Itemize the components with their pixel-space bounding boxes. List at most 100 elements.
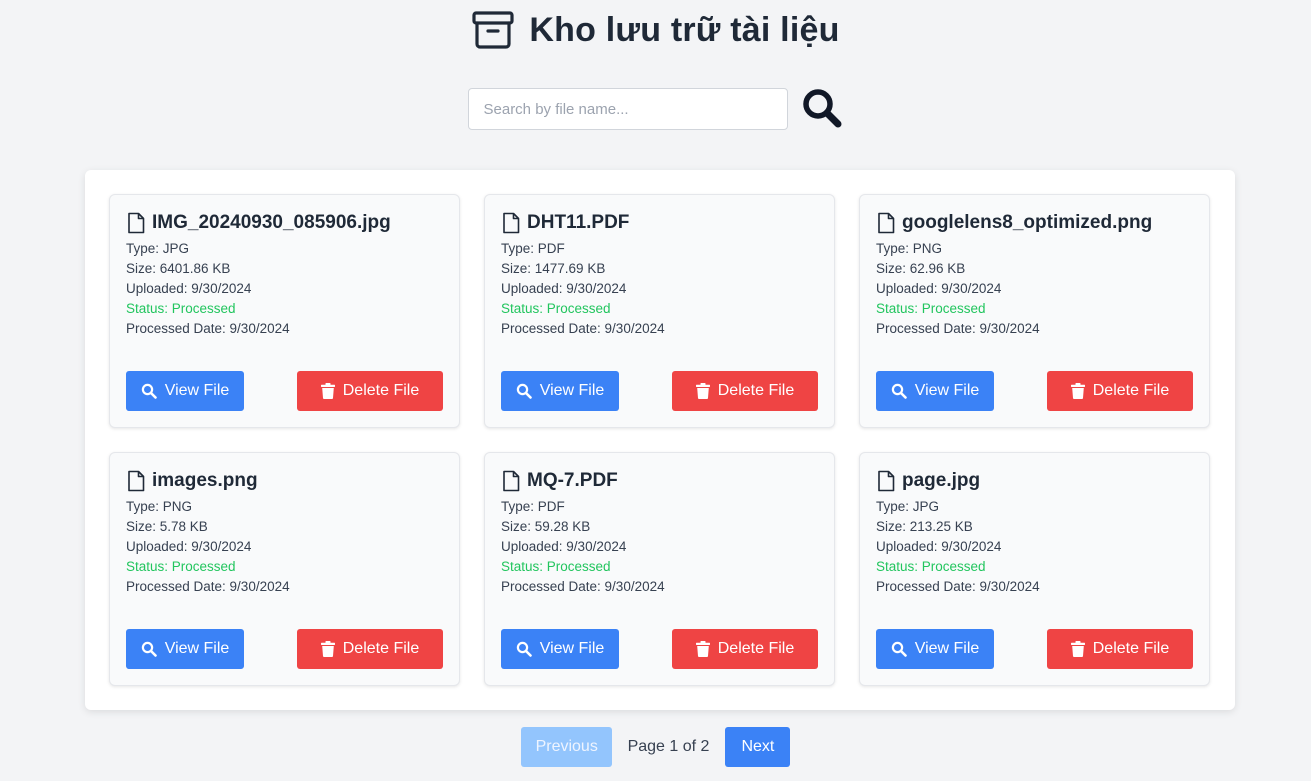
file-status: Status: Processed	[126, 301, 236, 316]
delete-file-button[interactable]: Delete File	[672, 371, 818, 411]
file-icon	[501, 212, 521, 234]
file-processed-date: Processed Date: 9/30/2024	[126, 579, 290, 594]
delete-file-label: Delete File	[1092, 382, 1170, 399]
file-icon	[126, 212, 146, 234]
file-type: Type: JPG	[876, 499, 940, 514]
file-size: Size: 1477.69 KB	[501, 261, 606, 276]
file-grid: IMG_20240930_085906.jpg Type: JPG Size: …	[109, 194, 1211, 686]
view-file-label: View File	[539, 382, 605, 399]
search-bar	[0, 87, 1311, 131]
trash-icon	[695, 641, 710, 657]
magnifying-glass-icon	[516, 641, 532, 657]
file-processed-date: Processed Date: 9/30/2024	[126, 321, 290, 336]
magnifying-glass-icon	[801, 87, 843, 132]
file-processed-date: Processed Date: 9/30/2024	[876, 321, 1040, 336]
archive-box-icon	[471, 10, 515, 50]
file-processed-date: Processed Date: 9/30/2024	[876, 579, 1040, 594]
next-button[interactable]: Next	[725, 727, 791, 767]
magnifying-glass-icon	[516, 383, 532, 399]
magnifying-glass-icon	[891, 383, 907, 399]
file-type: Type: JPG	[126, 241, 190, 256]
page-header: Kho lưu trữ tài liệu	[0, 8, 1311, 52]
file-processed-date: Processed Date: 9/30/2024	[501, 579, 665, 594]
file-card: page.jpg Type: JPG Size: 213.25 KB Uploa…	[859, 452, 1210, 686]
page-title: Kho lưu trữ tài liệu	[529, 10, 840, 49]
delete-file-label: Delete File	[717, 382, 795, 399]
file-title: images.png	[126, 469, 443, 493]
file-status: Status: Processed	[876, 301, 986, 316]
file-title: googlelens8_optimized.png	[876, 211, 1193, 235]
file-name: images.png	[152, 470, 258, 491]
file-name: googlelens8_optimized.png	[902, 212, 1153, 233]
file-size: Size: 6401.86 KB	[126, 261, 231, 276]
file-uploaded-date: Uploaded: 9/30/2024	[876, 281, 1002, 296]
file-card: DHT11.PDF Type: PDF Size: 1477.69 KB Upl…	[484, 194, 835, 428]
file-actions: View File Delete File	[501, 629, 818, 669]
view-file-label: View File	[914, 640, 980, 657]
file-card: IMG_20240930_085906.jpg Type: JPG Size: …	[109, 194, 460, 428]
file-list-panel: IMG_20240930_085906.jpg Type: JPG Size: …	[85, 170, 1235, 710]
file-uploaded-date: Uploaded: 9/30/2024	[126, 539, 252, 554]
previous-button[interactable]: Previous	[520, 727, 612, 767]
search-input[interactable]	[467, 88, 788, 130]
file-uploaded-date: Uploaded: 9/30/2024	[126, 281, 252, 296]
file-card: MQ-7.PDF Type: PDF Size: 59.28 KB Upload…	[484, 452, 835, 686]
delete-file-button[interactable]: Delete File	[1047, 629, 1193, 669]
file-icon	[876, 212, 896, 234]
file-title: DHT11.PDF	[501, 211, 818, 235]
file-title: IMG_20240930_085906.jpg	[126, 211, 443, 235]
magnifying-glass-icon	[891, 641, 907, 657]
view-file-button[interactable]: View File	[501, 629, 619, 669]
file-actions: View File Delete File	[876, 371, 1193, 411]
file-card: googlelens8_optimized.png Type: PNG Size…	[859, 194, 1210, 428]
view-file-button[interactable]: View File	[126, 629, 244, 669]
trash-icon	[320, 383, 335, 399]
file-processed-date: Processed Date: 9/30/2024	[501, 321, 665, 336]
view-file-button[interactable]: View File	[876, 629, 994, 669]
file-name: MQ-7.PDF	[527, 470, 618, 491]
file-icon	[876, 470, 896, 492]
file-uploaded-date: Uploaded: 9/30/2024	[501, 539, 627, 554]
file-name: page.jpg	[902, 470, 981, 491]
file-size: Size: 59.28 KB	[501, 519, 591, 534]
pagination: Previous Page 1 of 2 Next	[0, 727, 1311, 767]
view-file-label: View File	[914, 382, 980, 399]
file-card: images.png Type: PNG Size: 5.78 KB Uploa…	[109, 452, 460, 686]
view-file-label: View File	[164, 382, 230, 399]
trash-icon	[320, 641, 335, 657]
view-file-button[interactable]: View File	[501, 371, 619, 411]
file-uploaded-date: Uploaded: 9/30/2024	[501, 281, 627, 296]
delete-file-button[interactable]: Delete File	[297, 629, 443, 669]
file-status: Status: Processed	[876, 559, 986, 574]
file-type: Type: PDF	[501, 499, 565, 514]
view-file-button[interactable]: View File	[126, 371, 244, 411]
file-uploaded-date: Uploaded: 9/30/2024	[876, 539, 1002, 554]
view-file-label: View File	[539, 640, 605, 657]
file-actions: View File Delete File	[126, 371, 443, 411]
file-type: Type: PNG	[876, 241, 943, 256]
delete-file-label: Delete File	[342, 640, 420, 657]
file-status: Status: Processed	[126, 559, 236, 574]
file-name: DHT11.PDF	[527, 212, 630, 233]
trash-icon	[1070, 383, 1085, 399]
file-size: Size: 62.96 KB	[876, 261, 966, 276]
delete-file-button[interactable]: Delete File	[297, 371, 443, 411]
view-file-label: View File	[164, 640, 230, 657]
file-status: Status: Processed	[501, 559, 611, 574]
delete-file-label: Delete File	[1092, 640, 1170, 657]
file-size: Size: 213.25 KB	[876, 519, 973, 534]
trash-icon	[695, 383, 710, 399]
file-actions: View File Delete File	[501, 371, 818, 411]
trash-icon	[1070, 641, 1085, 657]
file-status: Status: Processed	[501, 301, 611, 316]
file-actions: View File Delete File	[126, 629, 443, 669]
search-button[interactable]	[800, 87, 844, 131]
view-file-button[interactable]: View File	[876, 371, 994, 411]
delete-file-button[interactable]: Delete File	[672, 629, 818, 669]
file-name: IMG_20240930_085906.jpg	[152, 212, 391, 233]
file-title: MQ-7.PDF	[501, 469, 818, 493]
delete-file-button[interactable]: Delete File	[1047, 371, 1193, 411]
file-actions: View File Delete File	[876, 629, 1193, 669]
delete-file-label: Delete File	[717, 640, 795, 657]
magnifying-glass-icon	[141, 383, 157, 399]
